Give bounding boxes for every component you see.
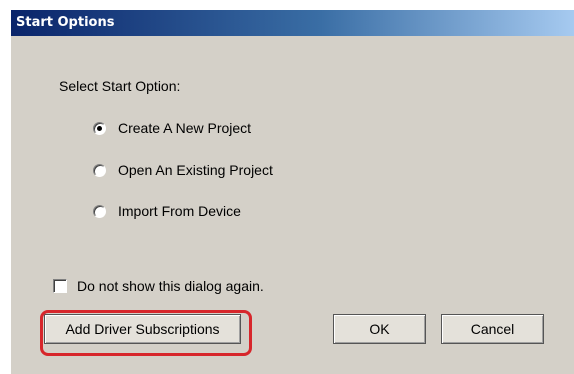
- red-highlight-outline: [40, 310, 252, 356]
- radio-label-open-existing[interactable]: Open An Existing Project: [118, 162, 273, 178]
- ok-button[interactable]: OK: [333, 314, 426, 344]
- radio-create-new-project[interactable]: Create A New Project: [93, 118, 251, 138]
- radio-button-checked[interactable]: [93, 121, 106, 135]
- title-bar[interactable]: Start Options: [11, 10, 574, 36]
- start-option-prompt: Select Start Option:: [59, 78, 181, 94]
- radio-open-existing-project[interactable]: Open An Existing Project: [93, 160, 273, 180]
- radio-button-unchecked[interactable]: [93, 163, 106, 177]
- radio-label-import-device[interactable]: Import From Device: [118, 203, 241, 219]
- radio-import-from-device[interactable]: Import From Device: [93, 201, 241, 221]
- radio-label-create-new[interactable]: Create A New Project: [118, 120, 251, 136]
- dialog-title: Start Options: [16, 15, 115, 30]
- radio-button-unchecked[interactable]: [93, 204, 106, 218]
- dont-show-again-checkbox[interactable]: [53, 279, 67, 293]
- cancel-button[interactable]: Cancel: [441, 314, 544, 344]
- dont-show-again-option[interactable]: Do not show this dialog again.: [53, 278, 264, 294]
- dont-show-again-label[interactable]: Do not show this dialog again.: [77, 278, 264, 294]
